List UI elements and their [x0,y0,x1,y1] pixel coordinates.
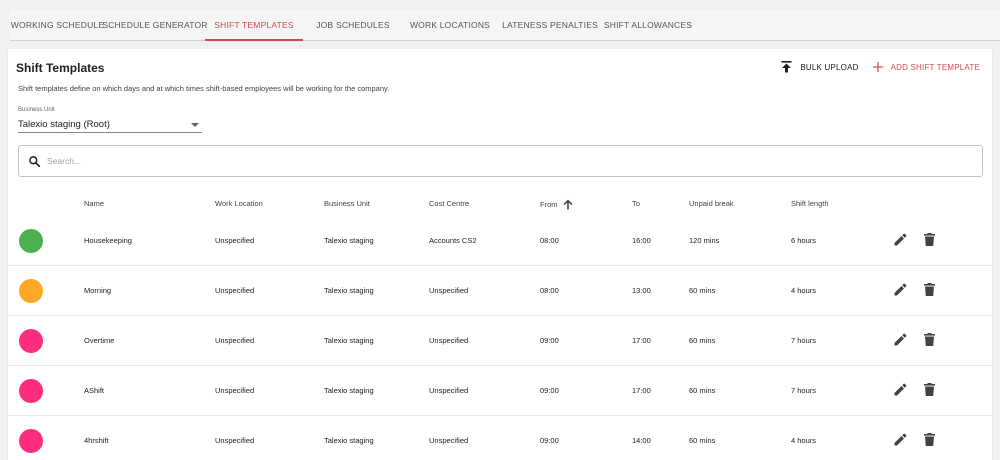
business-unit-select[interactable]: Talexio staging (Root) [18,117,202,133]
table-row[interactable]: Morning Unspecified Talexio staging Unsp… [8,266,992,316]
bulk-upload-label: BULK UPLOAD [800,62,859,72]
header-cost-centre[interactable]: Cost Centre [429,199,469,208]
cell-work-location: Unspecified [215,336,255,345]
cell-shift-length: 4 hours [791,436,817,445]
cell-cost-centre: Unspecified [429,386,469,395]
cell-work-location: Unspecified [215,286,255,295]
cell-business-unit: Talexio staging [324,336,374,345]
table-row[interactable]: Overtime Unspecified Talexio staging Uns… [8,316,992,366]
edit-icon[interactable] [894,283,907,296]
cell-to: 17:00 [632,386,651,395]
business-unit-value: Talexio staging (Root) [18,119,110,130]
search-icon [29,155,40,167]
cell-to: 16:00 [632,236,651,245]
header-shift-length[interactable]: Shift length [791,199,829,208]
cell-from: 08:00 [540,236,559,245]
color-swatch [19,379,43,403]
cell-to: 17:00 [632,336,651,345]
page-title: Shift Templates [16,61,105,75]
tab-shift-allowances[interactable]: SHIFT ALLOWANCES [603,10,693,40]
header-from: From [540,200,558,209]
color-swatch [19,429,43,453]
color-swatch [19,279,43,303]
search-placeholder: Search... [47,156,82,166]
cell-cost-centre: Unspecified [429,336,469,345]
cell-name: Overtime [84,336,115,345]
tab-schedule-generator[interactable]: SCHEDULE GENERATOR [102,10,207,40]
tab-work-locations[interactable]: WORK LOCATIONS [403,10,497,40]
edit-icon[interactable] [894,233,907,246]
add-shift-template-label: ADD SHIFT TEMPLATE [890,62,980,72]
edit-icon[interactable] [894,383,907,396]
sort-arrow-up-icon [563,199,572,210]
table-header: Name Work Location Business Unit Cost Ce… [8,195,992,215]
delete-icon[interactable] [924,233,935,246]
tab-lateness-penalties[interactable]: LATENESS PENALTIES [497,10,603,40]
cell-cost-centre: Unspecified [429,286,469,295]
header-business-unit[interactable]: Business Unit [324,199,370,208]
header-name[interactable]: Name [84,199,104,208]
cell-name: AShift [84,386,105,395]
cell-business-unit: Talexio staging [324,286,374,295]
cell-unpaid-break: 60 mins [689,386,716,395]
bulk-upload-button[interactable]: BULK UPLOAD [781,61,858,73]
cell-business-unit: Talexio staging [324,436,374,445]
header-work-location[interactable]: Work Location [215,199,263,208]
cell-work-location: Unspecified [215,236,255,245]
delete-icon[interactable] [924,383,935,396]
delete-icon[interactable] [924,433,935,446]
tab-working-schedule[interactable]: WORKING SCHEDULE [10,10,105,40]
color-swatch [19,329,43,353]
card-actions: BULK UPLOAD ADD SHIFT TEMPLATE [781,61,980,73]
search-input[interactable]: Search... [18,145,983,177]
cell-work-location: Unspecified [215,436,255,445]
cell-unpaid-break: 60 mins [689,336,716,345]
cell-shift-length: 4 hours [791,286,817,295]
table-row[interactable]: AShift Unspecified Talexio staging Unspe… [8,366,992,416]
upload-icon [781,61,792,73]
table-row[interactable]: 4hrshift Unspecified Talexio staging Uns… [8,416,992,460]
delete-icon[interactable] [924,283,935,296]
cell-to: 14:00 [632,436,651,445]
cell-from: 08:00 [540,286,559,295]
cell-from: 09:00 [540,386,559,395]
cell-unpaid-break: 60 mins [689,436,716,445]
cell-unpaid-break: 60 mins [689,286,716,295]
cell-shift-length: 6 hours [791,236,817,245]
add-shift-template-button[interactable]: ADD SHIFT TEMPLATE [872,62,980,72]
plus-icon [872,62,883,72]
tab-shift-templates[interactable]: SHIFT TEMPLATES [205,10,303,41]
tab-job-schedules[interactable]: JOB SCHEDULES [303,10,403,40]
cell-from: 09:00 [540,436,559,445]
cell-to: 13:00 [632,286,651,295]
cell-business-unit: Talexio staging [324,236,374,245]
cell-unpaid-break: 120 mins [689,236,720,245]
page-description: Shift templates define on which days and… [18,84,390,93]
color-swatch [19,229,43,253]
dropdown-caret-icon [191,122,199,127]
cell-work-location: Unspecified [215,386,255,395]
cell-name: 4hrshift [84,436,109,445]
cell-shift-length: 7 hours [791,386,817,395]
delete-icon[interactable] [924,333,935,346]
header-unpaid-break[interactable]: Unpaid break [689,199,734,208]
cell-cost-centre: Accounts CS2 [429,236,477,245]
cell-name: Housekeeping [84,236,132,245]
edit-icon[interactable] [894,433,907,446]
cell-business-unit: Talexio staging [324,386,374,395]
edit-icon[interactable] [894,333,907,346]
shift-templates-card: Shift Templates BULK UPLOAD ADD SHIFT TE… [8,49,992,460]
cell-shift-length: 7 hours [791,336,817,345]
cell-name: Morning [84,286,112,295]
header-from-sortable[interactable]: From [540,199,573,210]
tab-bar: WORKING SCHEDULE SCHEDULE GENERATOR SHIF… [10,10,1000,41]
header-to[interactable]: To [632,199,640,208]
business-unit-label: Business Unit [18,107,55,113]
cell-from: 09:00 [540,336,559,345]
table-row[interactable]: Housekeeping Unspecified Talexio staging… [8,216,992,266]
cell-cost-centre: Unspecified [429,436,469,445]
